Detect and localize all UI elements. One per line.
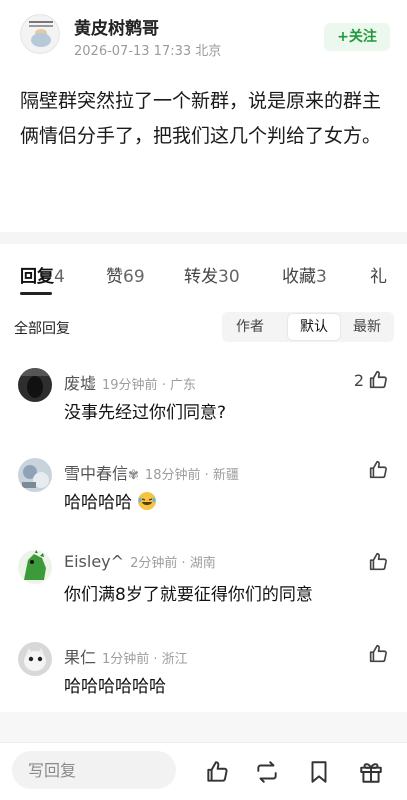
comment-like-button[interactable]: [364, 550, 389, 574]
tab-gifts-label: 礼: [370, 267, 387, 287]
interaction-tabs: 回复4 赞69 转发30 收藏3 礼: [0, 262, 407, 295]
comment-like-button[interactable]: [364, 458, 389, 482]
comment-like-button[interactable]: [364, 642, 389, 666]
tab-replies-count: 4: [54, 267, 65, 287]
sort-options: 作者 默认 最新: [222, 312, 394, 342]
commenter-name[interactable]: 果仁: [64, 648, 96, 667]
repost-icon[interactable]: [254, 759, 280, 785]
commenter-name-row: 雪中春信✾ 18分钟前 · 新疆: [64, 460, 239, 484]
thumb-up-icon: [369, 370, 387, 389]
active-tab-indicator: [20, 292, 52, 295]
tab-replies[interactable]: 回复4: [20, 262, 65, 287]
tab-reposts[interactable]: 转发30: [184, 262, 240, 287]
comment-text: 哈哈哈哈: [64, 493, 132, 513]
comment-meta: 1分钟前 · 浙江: [102, 652, 188, 667]
comment-item: 废墟 19分钟前 · 广东 没事先经过你们同意? 2: [0, 368, 407, 428]
author-name[interactable]: 黄皮树鹩哥: [74, 14, 159, 39]
sort-row: 全部回复 作者 默认 最新: [0, 312, 407, 342]
comment-text: 你们满8岁了就要征得你们的同意: [64, 585, 313, 605]
comment-text-row: 哈哈哈哈: [64, 488, 157, 516]
thumb-up-icon: [369, 460, 387, 479]
comment-item: 雪中春信✾ 18分钟前 · 新疆 哈哈哈哈: [0, 458, 407, 518]
follow-button[interactable]: +关注: [324, 23, 390, 51]
comment-text: 没事先经过你们同意?: [64, 403, 227, 423]
comment-meta: 2分钟前 · 湖南: [130, 556, 216, 571]
all-replies-label: 全部回复: [14, 321, 70, 337]
bottom-action-bar: [0, 742, 407, 800]
tab-reposts-count: 30: [218, 267, 240, 287]
post-meta: 2026-07-13 17:33 北京: [74, 44, 222, 59]
commenter-name-row: Eisley^ 2分钟前 · 湖南: [64, 552, 216, 571]
tab-likes-count: 69: [123, 267, 145, 287]
commenter-name[interactable]: 雪中春信: [64, 464, 128, 483]
commenter-avatar[interactable]: [18, 458, 52, 492]
bookmark-icon[interactable]: [306, 759, 332, 785]
tab-reposts-label: 转发: [184, 267, 218, 287]
sort-author-button[interactable]: 作者: [222, 312, 278, 342]
comment-like-button[interactable]: 2: [354, 368, 389, 392]
tab-favorites[interactable]: 收藏3: [282, 262, 327, 287]
thumb-up-icon: [369, 552, 387, 571]
commenter-name-row: 废墟 19分钟前 · 广东: [64, 370, 196, 394]
gift-icon[interactable]: [358, 759, 384, 785]
comment-item: Eisley^ 2分钟前 · 湖南 你们满8岁了就要征得你们的同意: [0, 550, 407, 610]
tab-favorites-label: 收藏: [282, 267, 316, 287]
tab-gifts[interactable]: 礼: [370, 262, 387, 287]
post-body: 隔壁群突然拉了一个新群，说是原来的群主俩情侣分手了，把我们这几个判给了女方。: [20, 90, 382, 147]
tab-likes[interactable]: 赞69: [106, 262, 145, 287]
tab-likes-label: 赞: [106, 267, 123, 287]
comment-item: 果仁 1分钟前 · 浙江 哈哈哈哈哈哈: [0, 642, 407, 702]
comment-meta: 18分钟前 · 新疆: [144, 468, 239, 483]
comment-like-count: 2: [353, 370, 364, 390]
author-avatar[interactable]: [20, 14, 60, 54]
tab-replies-label: 回复: [20, 267, 54, 287]
tab-favorites-count: 3: [316, 267, 327, 287]
comment-text: 哈哈哈哈哈哈: [64, 677, 166, 697]
commenter-name-row: 果仁 1分钟前 · 浙江: [64, 644, 188, 668]
sort-default-button[interactable]: 默认: [288, 314, 340, 340]
commenter-avatar[interactable]: [18, 550, 52, 584]
commenter-name[interactable]: 废墟: [64, 374, 96, 393]
sort-latest-button[interactable]: 最新: [340, 312, 394, 342]
thumb-up-icon[interactable]: [204, 759, 230, 785]
commenter-avatar[interactable]: [18, 368, 52, 402]
reply-input[interactable]: [12, 751, 176, 789]
commenter-avatar[interactable]: [18, 642, 52, 676]
commenter-name[interactable]: Eisley^: [64, 552, 124, 571]
bottom-spacer: [0, 712, 407, 742]
comment-meta: 19分钟前 · 广东: [102, 378, 196, 393]
post-header: 黄皮树鹩哥 2026-07-13 17:33 北京 +关注: [0, 0, 407, 70]
snowflake-badge-icon: ✾: [128, 468, 139, 483]
thumb-up-icon: [369, 644, 387, 663]
laughing-emoji-icon: [137, 491, 157, 516]
section-divider: [0, 232, 407, 244]
